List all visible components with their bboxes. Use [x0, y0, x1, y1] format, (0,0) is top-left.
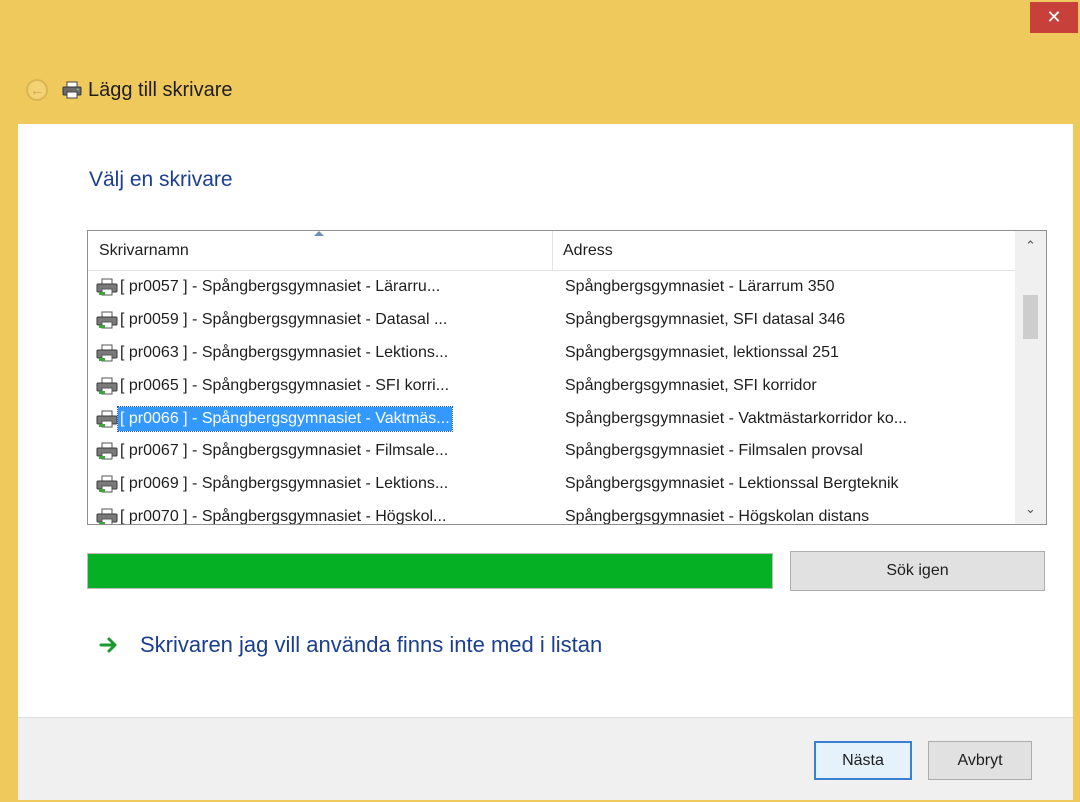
- printer-address: Spångbergsgymnasiet - Lektionssal Bergte…: [565, 475, 899, 493]
- title-row: ← Lägg till skrivare: [26, 76, 233, 104]
- search-again-button[interactable]: Sök igen: [790, 551, 1045, 591]
- printer-icon: [96, 278, 118, 296]
- close-button[interactable]: ✕: [1030, 2, 1078, 33]
- printer-name-cell: [ pr0067 ] - Spångbergsgymnasiet - Films…: [96, 438, 548, 464]
- printer-name-cell: [ pr0066 ] - Spångbergsgymnasiet - Vaktm…: [96, 405, 548, 432]
- list-header: Skrivarnamn Adress: [88, 231, 1015, 271]
- printer-name-cell: [ pr0059 ] - Spångbergsgymnasiet - Datas…: [96, 307, 548, 333]
- search-progress-bar: [87, 553, 773, 589]
- printer-row[interactable]: [ pr0066 ] - Spångbergsgymnasiet - Vaktm…: [88, 402, 1015, 435]
- printer-name-cell: [ pr0057 ] - Spångbergsgymnasiet - Lärar…: [96, 274, 548, 300]
- printer-address: Spångbergsgymnasiet - Filmsalen provsal: [565, 442, 863, 460]
- printer-name-cell: [ pr0070 ] - Spångbergsgymnasiet - Högsk…: [96, 504, 548, 525]
- column-header-name[interactable]: Skrivarnamn: [88, 231, 553, 271]
- printer-not-listed-link[interactable]: Skrivaren jag vill använda finns inte me…: [98, 632, 602, 658]
- printer-row[interactable]: [ pr0063 ] - Spångbergsgymnasiet - Lekti…: [88, 337, 1015, 370]
- printer-icon: [96, 442, 118, 460]
- window-title: Lägg till skrivare: [88, 78, 233, 101]
- scroll-thumb[interactable]: [1023, 295, 1038, 339]
- column-header-name-label: Skrivarnamn: [99, 242, 189, 259]
- printer-name: [ pr0057 ] - Spångbergsgymnasiet - Lärar…: [120, 278, 441, 296]
- printer-name: [ pr0067 ] - Spångbergsgymnasiet - Films…: [120, 442, 449, 460]
- scroll-down-icon[interactable]: ⌄: [1015, 494, 1046, 524]
- printer-icon: [96, 508, 118, 524]
- cancel-button[interactable]: Avbryt: [928, 741, 1032, 780]
- printer-row[interactable]: [ pr0057 ] - Spångbergsgymnasiet - Lärar…: [88, 271, 1015, 304]
- printer-name: [ pr0069 ] - Spångbergsgymnasiet - Lekti…: [120, 475, 449, 493]
- scroll-up-icon[interactable]: ⌃: [1015, 231, 1046, 261]
- printer-address: Spångbergsgymnasiet - Högskolan distans: [565, 507, 870, 525]
- sort-ascending-icon: [314, 231, 324, 236]
- printer-name-cell: [ pr0069 ] - Spångbergsgymnasiet - Lekti…: [96, 471, 548, 497]
- content-panel: Välj en skrivare Skrivarnamn Adress [ pr…: [18, 124, 1073, 717]
- printer-row[interactable]: [ pr0067 ] - Spångbergsgymnasiet - Films…: [88, 435, 1015, 468]
- page-heading: Välj en skrivare: [89, 168, 233, 191]
- printer-icon: [96, 410, 118, 428]
- list-scrollbar[interactable]: ⌃ ⌄: [1015, 231, 1046, 524]
- printer-address: Spångbergsgymnasiet - Vaktmästarkorridor…: [565, 409, 908, 427]
- next-button[interactable]: Nästa: [814, 741, 912, 780]
- printer-icon: [96, 311, 118, 329]
- printer-name: [ pr0063 ] - Spångbergsgymnasiet - Lekti…: [120, 343, 449, 361]
- printer-rows: [ pr0057 ] - Spångbergsgymnasiet - Lärar…: [88, 271, 1015, 525]
- printer-name-cell: [ pr0065 ] - Spångbergsgymnasiet - SFI k…: [96, 373, 548, 399]
- green-arrow-icon: [99, 637, 117, 653]
- printer-name: [ pr0070 ] - Spångbergsgymnasiet - Högsk…: [120, 507, 447, 525]
- printer-address: Spångbergsgymnasiet, SFI datasal 346: [565, 311, 846, 329]
- printer-row[interactable]: [ pr0059 ] - Spångbergsgymnasiet - Datas…: [88, 304, 1015, 337]
- printer-address: Spångbergsgymnasiet, lektionssal 251: [565, 343, 839, 361]
- printer-name: [ pr0066 ] - Spångbergsgymnasiet - Vaktm…: [117, 405, 453, 432]
- printer-icon: [96, 475, 118, 493]
- footer-bar: Nästa Avbryt: [18, 717, 1073, 800]
- progress-fill: [88, 554, 772, 588]
- printer-name-cell: [ pr0063 ] - Spångbergsgymnasiet - Lekti…: [96, 340, 548, 366]
- printer-icon: [96, 377, 118, 395]
- printer-row[interactable]: [ pr0065 ] - Spångbergsgymnasiet - SFI k…: [88, 369, 1015, 402]
- printer-row[interactable]: [ pr0070 ] - Spångbergsgymnasiet - Högsk…: [88, 501, 1015, 525]
- column-header-address[interactable]: Adress: [553, 231, 1015, 271]
- back-arrow-icon[interactable]: ←: [26, 79, 48, 101]
- printer-icon: [62, 81, 82, 99]
- printer-name: [ pr0059 ] - Spångbergsgymnasiet - Datas…: [120, 311, 448, 329]
- printer-name: [ pr0065 ] - Spångbergsgymnasiet - SFI k…: [120, 376, 450, 394]
- printer-not-listed-text: Skrivaren jag vill använda finns inte me…: [140, 632, 603, 657]
- printer-row[interactable]: [ pr0069 ] - Spångbergsgymnasiet - Lekti…: [88, 468, 1015, 501]
- add-printer-window: ✕ ← Lägg till skrivare Välj en skrivare …: [0, 0, 1080, 802]
- column-header-address-label: Adress: [563, 242, 613, 259]
- printer-list[interactable]: Skrivarnamn Adress [ pr0057 ] - Spångber…: [87, 230, 1047, 525]
- printer-address: Spångbergsgymnasiet - Lärarrum 350: [565, 278, 835, 296]
- printer-address: Spångbergsgymnasiet, SFI korridor: [565, 376, 817, 394]
- printer-icon: [96, 344, 118, 362]
